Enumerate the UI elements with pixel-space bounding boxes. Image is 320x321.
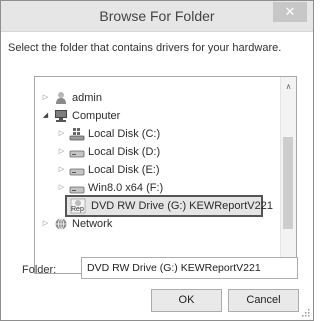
tree-item-label: Local Disk (D:)	[88, 146, 161, 158]
tree-item-computer[interactable]: ◢ Computer	[41, 107, 271, 125]
folder-field-label: Folder:	[22, 264, 57, 276]
tree-item-label: Local Disk (E:)	[88, 164, 160, 176]
window-title: Browse For Folder	[99, 8, 215, 24]
computer-icon	[53, 109, 69, 123]
expand-arrow-icon[interactable]: ▷	[57, 161, 66, 179]
expand-arrow-icon[interactable]: ▷	[57, 143, 66, 161]
tree-item-local-disk-c[interactable]: ▷ Local Disk (C:)	[57, 125, 271, 143]
drive-icon	[69, 163, 85, 177]
scroll-up-icon[interactable]: ∧	[281, 79, 296, 94]
tree-item-label: admin	[72, 92, 102, 104]
tree-scrollbar[interactable]: ∧ ∨	[280, 77, 296, 273]
scroll-thumb[interactable]	[283, 137, 293, 229]
expand-arrow-icon[interactable]: ▷	[41, 89, 50, 107]
drive-icon	[69, 145, 85, 159]
expand-arrow-icon[interactable]: ▷	[41, 215, 50, 233]
tree-item-dvd-drive-g[interactable]: Rep DVD RW Drive (G:) KEWReportV221	[65, 195, 273, 217]
network-icon	[53, 217, 69, 231]
dvd-drive-icon: Rep	[70, 198, 86, 214]
ok-button[interactable]: OK	[151, 289, 222, 312]
drive-icon	[69, 181, 85, 195]
system-drive-icon	[69, 127, 85, 141]
close-button[interactable]: ✕	[273, 2, 307, 22]
resize-grip-icon[interactable]	[302, 309, 310, 317]
tree-item-local-disk-e[interactable]: ▷ Local Disk (E:)	[57, 161, 271, 179]
user-folder-icon	[53, 91, 69, 105]
tree-item-label: Local Disk (C:)	[88, 128, 161, 140]
tree-item-local-disk-d[interactable]: ▷ Local Disk (D:)	[57, 143, 271, 161]
tree-item-label: DVD RW Drive (G:) KEWReportV221	[91, 200, 273, 212]
title-bar[interactable]: Browse For Folder ✕	[1, 1, 313, 32]
dialog-body: Select the folder that contains drivers …	[1, 32, 313, 320]
browse-for-folder-dialog: Browse For Folder ✕ Select the folder th…	[0, 0, 314, 321]
folder-input[interactable]: DVD RW Drive (G:) KEWReportV221	[81, 257, 298, 279]
dvd-label-text: Rep	[71, 206, 84, 213]
tree-item-network[interactable]: ▷ Network	[41, 215, 271, 233]
tree-item-admin[interactable]: ▷ admin	[41, 89, 271, 107]
tree-item-label: Computer	[72, 110, 121, 122]
instruction-text: Select the folder that contains drivers …	[8, 42, 282, 54]
folder-tree[interactable]: ▷ admin ◢ Computer ▷ Local Disk (C:) ▷ L…	[34, 76, 297, 274]
collapse-arrow-icon[interactable]: ◢	[41, 107, 50, 125]
cancel-button[interactable]: Cancel	[228, 289, 299, 312]
expand-arrow-icon[interactable]: ▷	[57, 125, 66, 143]
tree-item-label: Network	[72, 218, 113, 230]
